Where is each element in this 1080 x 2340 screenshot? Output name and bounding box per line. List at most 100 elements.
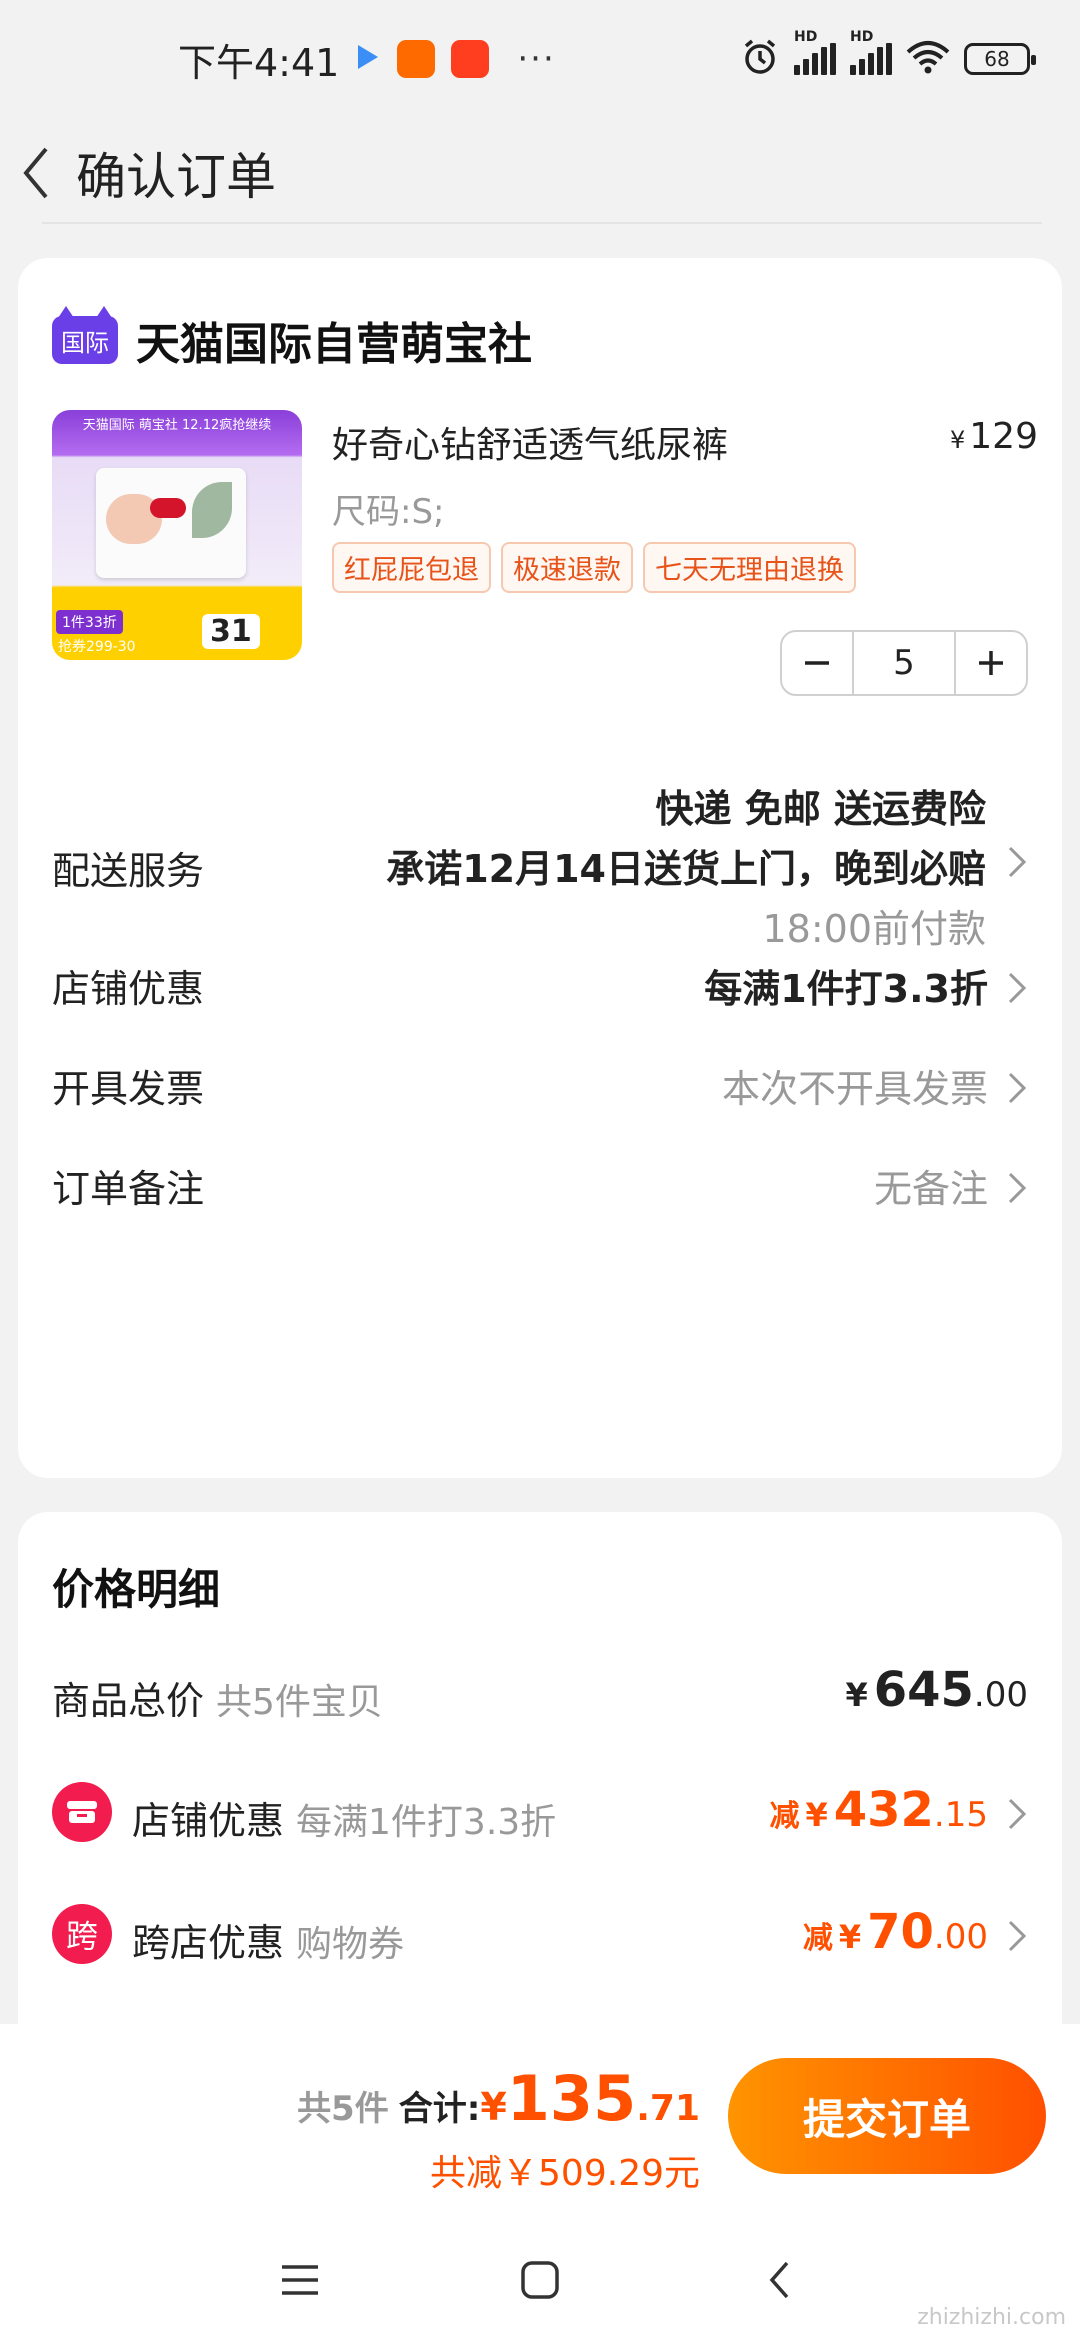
delivery-deadline: 18:00前付款 bbox=[762, 907, 986, 951]
reduce-prefix: 减 bbox=[802, 1921, 833, 1956]
menu-icon[interactable] bbox=[270, 2250, 330, 2310]
total-saved: 共减￥509.29元 bbox=[430, 2153, 700, 2194]
total-dec: .71 bbox=[636, 2088, 700, 2129]
plus-icon bbox=[979, 651, 1003, 675]
header-divider bbox=[42, 222, 1042, 224]
chevron-left-icon[interactable] bbox=[14, 143, 58, 203]
status-left: 下午4:41 ··· bbox=[178, 32, 556, 87]
shop-discount-detail-label-text: 店铺优惠 bbox=[132, 1799, 285, 1843]
status-time: 下午4:41 bbox=[178, 40, 340, 85]
chevron-right-icon bbox=[1008, 1920, 1027, 1952]
service-tag: 红屁屁包退 bbox=[332, 542, 491, 593]
watermark: zhizhizhi.com bbox=[917, 2305, 1066, 2330]
battery-icon: 68 bbox=[964, 43, 1036, 75]
order-total: 共5件 合计:¥135.71 bbox=[297, 2062, 700, 2135]
quantity-input[interactable]: 5 bbox=[852, 632, 956, 694]
currency-symbol: ¥ bbox=[838, 1918, 862, 1956]
header: 确认订单 bbox=[0, 118, 1080, 228]
brand-logo bbox=[150, 498, 186, 518]
increase-button[interactable] bbox=[956, 632, 1026, 694]
goods-total-value: ¥645.00 bbox=[845, 1662, 1028, 1718]
service-tag: 七天无理由退换 bbox=[643, 542, 856, 593]
submit-order-button[interactable]: 提交订单 bbox=[728, 2058, 1046, 2174]
shop-discount-int: 432 bbox=[833, 1782, 934, 1838]
total-amount: ¥135.71 bbox=[480, 2062, 700, 2135]
chevron-right-icon bbox=[1008, 846, 1027, 878]
quantity-stepper: 5 bbox=[780, 630, 1028, 696]
delivery-row[interactable]: 配送服务 快递 免邮 送运费险 承诺12月14日送货上门，晚到必赔 18:00前… bbox=[52, 778, 1028, 978]
product-name[interactable]: 好奇心钻舒适透气纸尿裤 bbox=[332, 416, 728, 468]
chevron-right-icon bbox=[1008, 972, 1027, 1004]
service-tag: 极速退款 bbox=[501, 542, 633, 593]
page-title: 确认订单 bbox=[76, 148, 276, 206]
cross-store-label-text: 跨店优惠 bbox=[132, 1921, 285, 1965]
cross-store-int: 70 bbox=[867, 1904, 934, 1960]
goods-total-label-text: 商品总价 bbox=[52, 1679, 205, 1723]
shop-discount-value: 每满1件打3.3折 bbox=[704, 967, 988, 1011]
cross-store-value: 减 ¥70.00 bbox=[803, 1904, 988, 1960]
checkout-bar: 共5件 合计:¥135.71 共减￥509.29元 提交订单 bbox=[0, 2024, 1080, 2220]
invoice-label: 开具发票 bbox=[52, 1067, 205, 1111]
back-arrow-icon[interactable] bbox=[750, 2250, 810, 2310]
play-icon bbox=[355, 42, 381, 76]
hd-label-2: HD bbox=[850, 29, 874, 45]
price-detail-title: 价格明细 bbox=[52, 1565, 221, 1614]
goods-total-dec: .00 bbox=[973, 1675, 1028, 1715]
delivery-promise: 承诺12月14日送货上门，晚到必赔 bbox=[386, 847, 986, 891]
home-square-icon[interactable] bbox=[510, 2250, 570, 2310]
app-notification-icon bbox=[397, 40, 436, 78]
product-price: ¥129 bbox=[950, 416, 1038, 457]
currency-symbol: ¥ bbox=[480, 2085, 507, 2129]
order-note-row[interactable]: 订单备注 无备注 bbox=[52, 1158, 1028, 1218]
shop-discount-detail-label: 店铺优惠 每满1件打3.3折 bbox=[132, 1790, 556, 1845]
shop-row[interactable]: 国际 天猫国际自营萌宝社 bbox=[52, 306, 532, 372]
shop-discount-label: 店铺优惠 bbox=[52, 967, 205, 1011]
total-label: 合计: bbox=[398, 2089, 481, 2129]
total-int: 135 bbox=[506, 2062, 637, 2135]
signal-1-icon: HD bbox=[794, 29, 836, 75]
app-notification-icon-2 bbox=[451, 40, 490, 78]
product-sku[interactable]: 尺码:S; bbox=[332, 484, 445, 533]
shop-name: 天猫国际自营萌宝社 bbox=[136, 319, 532, 370]
currency-symbol: ¥ bbox=[950, 426, 966, 454]
alarm-icon bbox=[740, 37, 780, 81]
currency-symbol: ¥ bbox=[805, 1796, 828, 1834]
price-detail-card: 价格明细 商品总价 共5件宝贝 ¥645.00 店铺优惠 每满1件打3.3折 减 ¥4… bbox=[18, 1512, 1062, 2072]
signal-2-icon: HD bbox=[850, 29, 892, 75]
delivery-label: 配送服务 bbox=[52, 849, 205, 893]
item-count: 共5件 bbox=[297, 2089, 389, 2129]
product-image[interactable]: 天猫国际 萌宝社 12.12疯抢继续 1件33折 抢券299-30 31 bbox=[52, 410, 302, 660]
product-image-coupon: 抢券299-30 bbox=[58, 639, 136, 655]
cross-store-discount-row[interactable]: 跨 跨店优惠 购物券 减 ¥70.00 bbox=[52, 1904, 1028, 1974]
status-bar: 下午4:41 ··· HD HD 68 bbox=[0, 0, 1080, 118]
leaf-graphic bbox=[192, 482, 232, 538]
diaper-pack-image bbox=[96, 468, 246, 578]
chevron-right-icon bbox=[1008, 1172, 1027, 1204]
reduce-prefix: 减 bbox=[769, 1799, 800, 1834]
product-image-banner: 天猫国际 萌宝社 12.12疯抢继续 bbox=[82, 418, 272, 433]
service-tags: 红屁屁包退 极速退款 七天无理由退换 bbox=[332, 542, 856, 593]
invoice-row[interactable]: 开具发票 本次不开具发票 bbox=[52, 1058, 1028, 1118]
order-card: 国际 天猫国际自营萌宝社 天猫国际 萌宝社 12.12疯抢继续 1件33折 抢券… bbox=[18, 258, 1062, 1478]
goods-total-row: 商品总价 共5件宝贝 ¥645.00 bbox=[52, 1662, 1028, 1732]
shop-discount-detail-row[interactable]: 店铺优惠 每满1件打3.3折 减 ¥432.15 bbox=[52, 1782, 1028, 1852]
cross-store-badge: 跨 bbox=[52, 1904, 112, 1964]
shop-discount-row[interactable]: 店铺优惠 每满1件打3.3折 bbox=[52, 958, 1028, 1018]
shop-discount-detail-value: 减 ¥432.15 bbox=[769, 1782, 988, 1838]
order-note-label: 订单备注 bbox=[52, 1167, 205, 1211]
cross-store-sub: 购物券 bbox=[296, 1924, 405, 1965]
currency-symbol: ¥ bbox=[845, 1676, 868, 1714]
delivery-method: 快递 免邮 送运费险 bbox=[655, 787, 986, 831]
cross-store-dec: .00 bbox=[933, 1917, 988, 1957]
chevron-right-icon bbox=[1008, 1798, 1027, 1830]
product-price-value: 129 bbox=[969, 416, 1038, 457]
decrease-button[interactable] bbox=[782, 632, 852, 694]
cross-store-label: 跨店优惠 购物券 bbox=[132, 1912, 404, 1967]
chevron-right-icon bbox=[1008, 1072, 1027, 1104]
store-icon bbox=[52, 1782, 112, 1842]
status-right: HD HD 68 bbox=[740, 29, 1036, 81]
product-image-price: 31 bbox=[202, 614, 260, 649]
shop-discount-detail-sub: 每满1件打3.3折 bbox=[296, 1802, 557, 1843]
hd-label: HD bbox=[794, 29, 818, 45]
shop-discount-dec: .15 bbox=[933, 1795, 988, 1835]
